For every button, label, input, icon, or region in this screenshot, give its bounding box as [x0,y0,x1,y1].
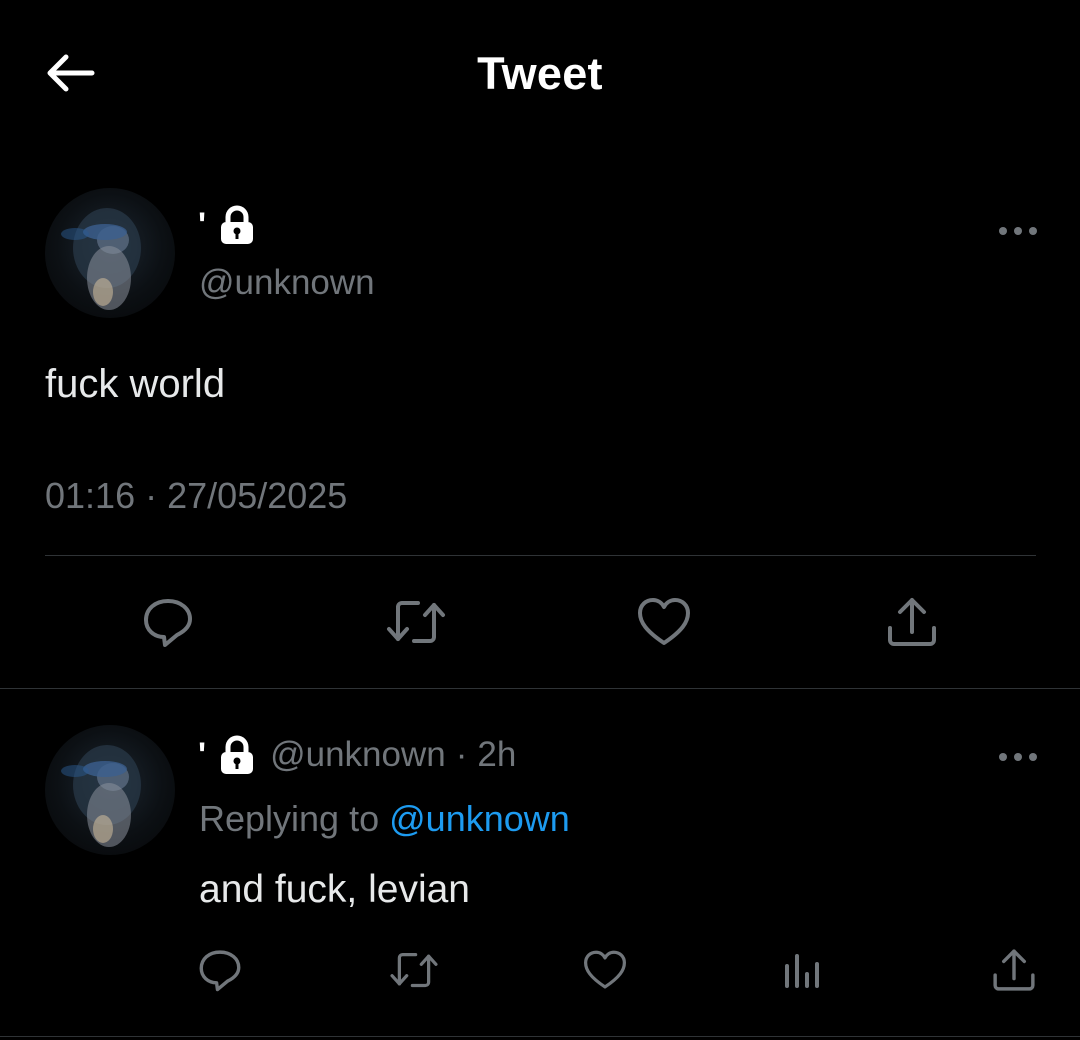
like-icon [638,598,690,645]
lock-icon [218,205,256,245]
replying-to-label: Replying to [199,798,380,839]
retweet-button[interactable] [379,935,449,1005]
reply-header: ' @unknown · 2h [198,735,516,775]
tweet-text: fuck world [45,362,226,406]
reply-button[interactable] [133,587,203,657]
more-horizontal-icon [999,227,1037,235]
tweet-time: 01:16 [45,475,136,516]
like-button[interactable] [629,587,699,657]
avatar-image [61,745,141,847]
display-name[interactable]: ' [198,205,206,245]
retweet-icon [390,952,438,988]
handle[interactable]: @unknown [270,735,446,775]
tweet-age: 2h [477,735,517,774]
analytics-button[interactable] [767,935,837,1005]
reply-avatar[interactable] [45,725,175,855]
like-button[interactable] [570,935,640,1005]
lock-icon [218,735,256,775]
share-icon [993,949,1035,991]
tweet-timestamp: 01:16 · 27/05/2025 [45,475,347,517]
display-name[interactable]: ' [198,735,206,775]
analytics-icon [785,954,819,988]
timestamp-separator: · [145,475,158,516]
page-title: Tweet [477,48,603,99]
meta-separator: · [455,735,468,774]
reply-button[interactable] [185,935,255,1005]
handle[interactable]: @unknown [199,263,375,303]
more-options-button[interactable] [993,216,1043,246]
replying-to-link[interactable]: @unknown [389,798,570,839]
tweet-date: 27/05/2025 [167,475,348,516]
divider [45,555,1036,556]
reply-icon [199,950,241,992]
share-icon [888,598,936,646]
retweet-button[interactable] [381,587,451,657]
avatar-image [61,208,141,310]
divider [0,1036,1080,1037]
avatar[interactable] [45,188,175,318]
replying-to-line: Replying to @unknown [199,798,570,840]
share-button[interactable] [877,587,947,657]
like-icon [584,950,626,989]
more-horizontal-icon [999,753,1037,761]
more-options-button[interactable] [993,742,1043,772]
reply-icon [144,599,192,647]
share-button[interactable] [979,935,1049,1005]
divider [0,688,1080,689]
reply-text: and fuck, levian [199,868,471,911]
retweet-icon [387,601,445,643]
